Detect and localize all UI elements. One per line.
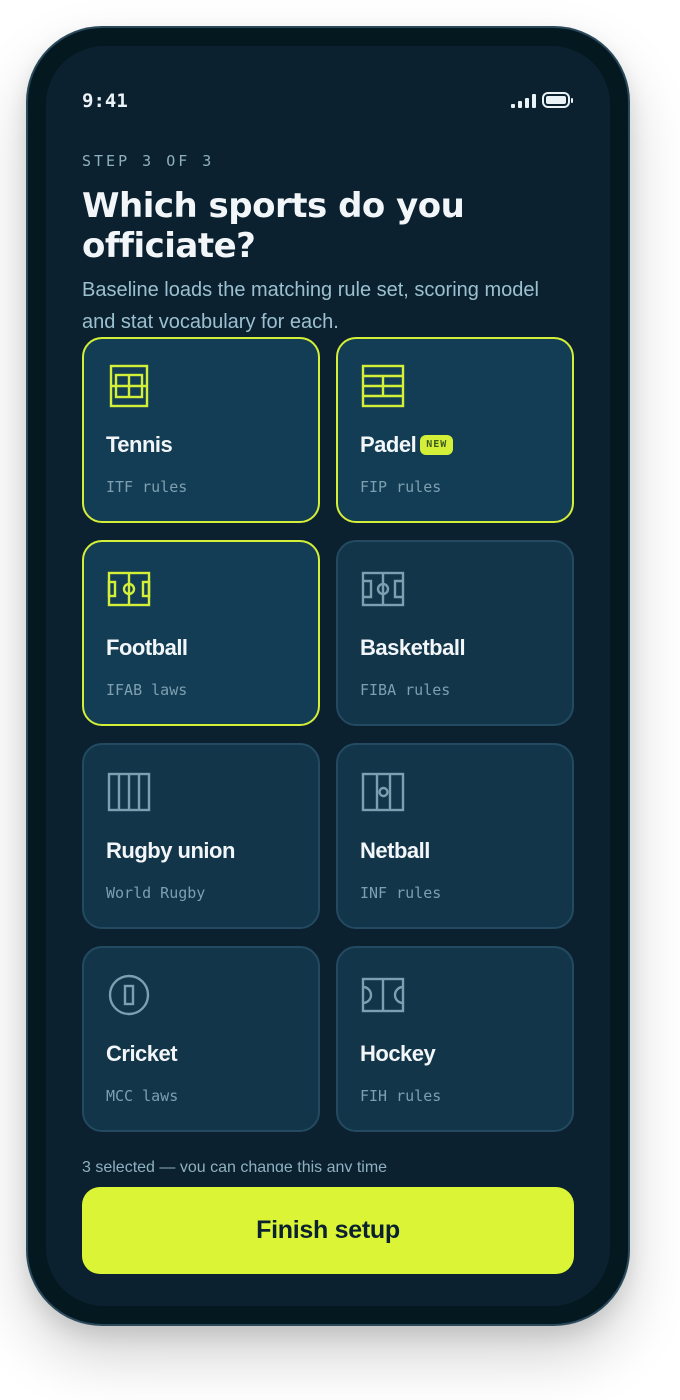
sport-card-tennis[interactable]: Tennis ITF rules: [82, 337, 320, 523]
sport-rules: FIBA rules: [360, 681, 451, 699]
netball-court-icon: [361, 772, 405, 812]
sport-card-rugby-union[interactable]: Rugby union World Rugby: [82, 743, 320, 929]
sport-card-hockey[interactable]: Hockey FIH rules: [336, 946, 574, 1132]
football-pitch-icon: [107, 571, 151, 607]
sport-rules: ITF rules: [106, 478, 188, 496]
sport-name: Basketball: [360, 635, 466, 660]
sport-name: Rugby union: [106, 838, 235, 863]
new-badge: NEW: [420, 435, 454, 455]
step-indicator: STEP 3 OF 3: [82, 152, 215, 170]
sport-rules: INF rules: [360, 884, 442, 902]
sport-name: Tennis: [106, 432, 173, 457]
screen: 9:41 STEP 3 OF 3 Which sports do you off…: [46, 46, 610, 1306]
page-subtitle: Baseline loads the matching rule set, sc…: [82, 279, 539, 333]
phone-frame: 9:41 STEP 3 OF 3 Which sports do you off…: [26, 26, 630, 1326]
sport-rules: World Rugby: [106, 884, 206, 902]
basketball-court-icon: [361, 571, 405, 607]
sport-name: Padel NEW: [360, 432, 454, 458]
sport-rules: IFAB laws: [106, 681, 188, 699]
sport-card-cricket[interactable]: Cricket MCC laws: [82, 946, 320, 1132]
page-title: Which sports do you officiate?: [82, 186, 465, 266]
tennis-court-icon: [109, 364, 149, 408]
sport-rules: FIH rules: [360, 1087, 442, 1105]
sport-name: Netball: [360, 838, 430, 863]
hockey-pitch-icon: [361, 977, 405, 1013]
sport-rules: MCC laws: [106, 1087, 179, 1105]
sport-card-padel[interactable]: Padel NEW FIP rules: [336, 337, 574, 523]
sport-card-football[interactable]: Football IFAB laws: [82, 540, 320, 726]
padel-court-icon: [361, 364, 405, 408]
battery-icon: [542, 92, 573, 108]
sport-rules: FIP rules: [360, 478, 442, 496]
sport-card-basketball[interactable]: Basketball FIBA rules: [336, 540, 574, 726]
rugby-pitch-icon: [107, 772, 151, 812]
sport-card-netball[interactable]: Netball INF rules: [336, 743, 574, 929]
status-icons: [511, 92, 573, 108]
cricket-field-icon: [108, 974, 150, 1016]
sport-name: Football: [106, 635, 188, 660]
finish-setup-button[interactable]: Finish setup: [82, 1187, 574, 1274]
status-time: 9:41: [82, 90, 128, 112]
sport-name: Hockey: [360, 1041, 436, 1066]
sport-name: Cricket: [106, 1041, 178, 1066]
selection-note: 3 selected — you can change this any tim…: [82, 1159, 388, 1172]
signal-icon: [511, 94, 536, 108]
